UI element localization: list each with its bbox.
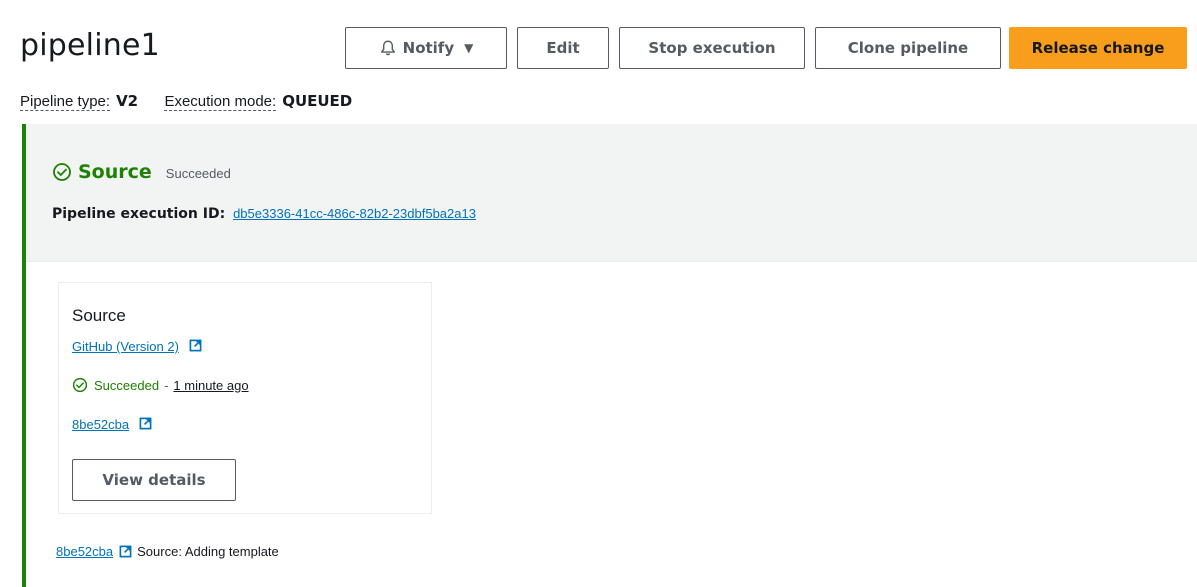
bell-icon — [380, 40, 395, 56]
footer-commit-link[interactable]: 8be52cba — [56, 544, 113, 559]
commit-message: Source: Adding template — [137, 544, 279, 559]
execution-mode-label[interactable]: Execution mode: — [164, 93, 277, 111]
stage-header: Source Succeeded Pipeline execution ID: … — [26, 124, 1197, 262]
view-details-button[interactable]: View details — [72, 459, 236, 501]
stage-name: Source — [78, 161, 152, 183]
notify-button[interactable]: Notify ▼ — [345, 27, 507, 69]
caret-down-icon: ▼ — [464, 41, 474, 55]
external-link-icon[interactable] — [119, 545, 132, 558]
source-stage: Source Succeeded Pipeline execution ID: … — [22, 124, 1197, 587]
provider-link[interactable]: GitHub (Version 2) — [72, 339, 179, 354]
pipeline-type-label[interactable]: Pipeline type: — [20, 93, 111, 111]
check-circle-icon — [53, 163, 71, 181]
execution-id-label: Pipeline execution ID: — [52, 206, 226, 222]
action-status: Succeeded — [94, 377, 160, 393]
page-title: pipeline1 — [20, 28, 160, 63]
stage-title: Source Succeeded — [52, 161, 231, 183]
release-change-button[interactable]: Release change — [1009, 27, 1187, 69]
stop-execution-button[interactable]: Stop execution — [619, 27, 805, 69]
clone-pipeline-button[interactable]: Clone pipeline — [815, 27, 1001, 69]
pipeline-meta: Pipeline type: V2 Execution mode: QUEUED — [20, 92, 353, 111]
external-link-icon[interactable] — [189, 339, 202, 352]
execution-mode-value: QUEUED — [282, 92, 353, 110]
pipeline-type-value: V2 — [116, 92, 139, 110]
stage-status: Succeeded — [165, 166, 231, 181]
status-separator: - — [164, 377, 169, 393]
action-commit-row: 8be52cba — [72, 417, 152, 432]
action-status-row: Succeeded - 1 minute ago — [72, 377, 249, 393]
action-time[interactable]: 1 minute ago — [173, 378, 248, 393]
edit-button[interactable]: Edit — [517, 27, 609, 69]
execution-id-link[interactable]: db5e3336-41cc-486c-82b2-23dbf5ba2a13 — [233, 206, 476, 221]
commit-link[interactable]: 8be52cba — [72, 417, 129, 432]
action-title: Source — [72, 306, 126, 325]
action-card: Source GitHub (Version 2) Succeeded - 1 … — [58, 282, 432, 514]
execution-id-row: Pipeline execution ID: db5e3336-41cc-486… — [52, 205, 476, 222]
page-header: pipeline1 Notify ▼ Edit Stop execution C… — [0, 0, 1197, 90]
notify-label: Notify — [402, 39, 455, 57]
action-provider-row: GitHub (Version 2) — [72, 339, 202, 354]
stage-commit-summary: 8be52cba Source: Adding template — [56, 544, 279, 559]
external-link-icon[interactable] — [139, 417, 152, 430]
check-circle-icon — [72, 377, 88, 393]
